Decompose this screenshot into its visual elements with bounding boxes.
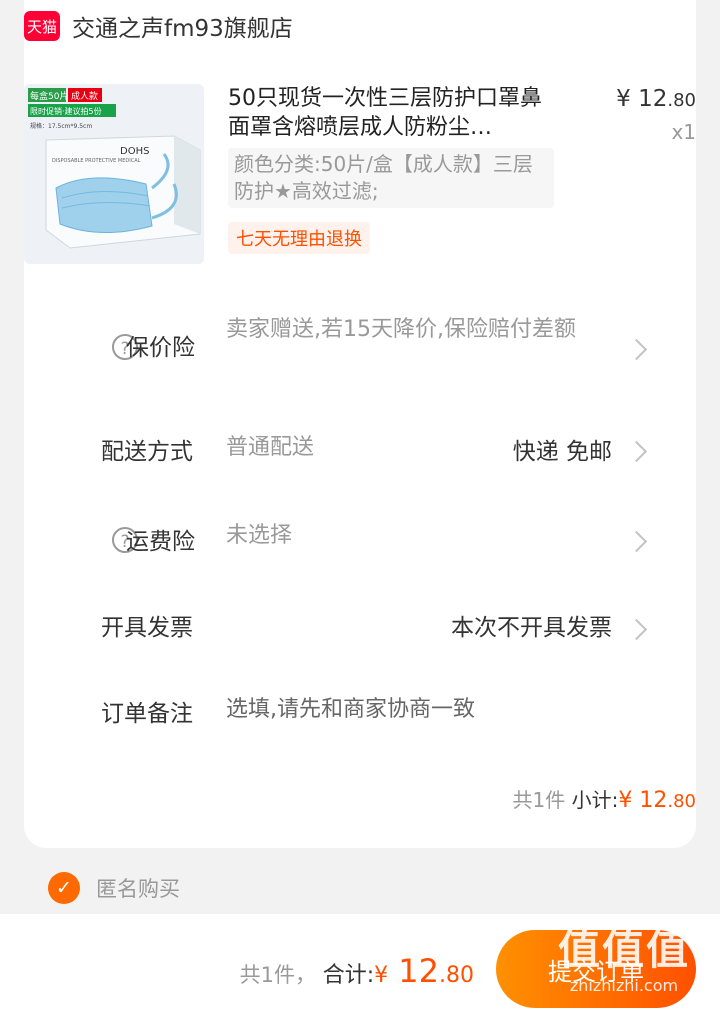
- chevron-right-icon: [625, 338, 648, 361]
- delivery-label: 配送方式: [101, 439, 193, 465]
- subtotal-amount: ¥ 12.80: [618, 788, 696, 813]
- price-protection-label: 保价险: [126, 335, 195, 361]
- delivery-method: 快递 免邮: [512, 439, 612, 465]
- store-header[interactable]: 天猫 交通之声fm93旗舰店: [24, 8, 293, 44]
- checkmark-icon[interactable]: ✓: [48, 872, 80, 904]
- product-quantity: x1: [671, 120, 696, 144]
- anonymous-label: 匿名购买: [96, 877, 180, 901]
- tmall-badge: 天猫: [24, 11, 60, 41]
- subtotal-dec: .80: [667, 791, 696, 812]
- chevron-right-icon: [625, 530, 648, 553]
- remark-input[interactable]: 选填,请先和商家协商一致: [226, 694, 475, 725]
- subtotal-label: 小计:: [571, 788, 619, 812]
- price-int: 12: [638, 86, 668, 112]
- remark-row: 订单备注 选填,请先和商家协商一致: [0, 692, 672, 736]
- product-price: ¥ 12.80: [616, 86, 696, 112]
- invoice-label: 开具发票: [101, 615, 193, 641]
- image-box-text: DISPOSABLE PROTECTIVE MEDICAL: [52, 158, 141, 164]
- mask-box-illustration: 每盒50片 成人款 限时促销·建议拍5份 规格：17.5cm*9.5cm DOH…: [24, 84, 204, 264]
- subtotal: 共1件 小计:¥ 12.80: [513, 784, 696, 813]
- image-badge2: 成人款: [71, 90, 98, 102]
- anonymous-purchase[interactable]: ✓ 匿名购买: [48, 872, 180, 904]
- total-label: 合计:: [322, 963, 375, 988]
- chevron-right-icon: [625, 618, 648, 641]
- total-count: 共1件，: [239, 963, 316, 987]
- shipping-insurance-label: 运费险: [126, 529, 195, 555]
- image-promo: 限时促销·建议拍5份: [30, 106, 102, 116]
- image-brand: DOHS: [120, 146, 149, 157]
- price-symbol: ¥: [616, 86, 631, 112]
- order-total: 共1件， 合计:¥ 12.80: [240, 952, 474, 990]
- price-dec: .80: [667, 90, 696, 111]
- delivery-row[interactable]: 配送方式 普通配送 快递 免邮: [0, 430, 672, 474]
- image-badge1: 每盒50片: [30, 90, 68, 102]
- product-sku[interactable]: 颜色分类:50片/盒【成人款】三层防护★高效过滤;: [228, 148, 554, 208]
- return-policy-tag: 七天无理由退换: [228, 222, 370, 254]
- delivery-value: 普通配送: [226, 435, 315, 460]
- price-protection-row[interactable]: ? 保价险 卖家赠送,若15天降价,保险赔付差额: [0, 310, 672, 390]
- watermark-text: 值值值: [557, 925, 690, 974]
- total-amount: ¥ 12.80: [374, 952, 474, 990]
- product-image[interactable]: 每盒50片 成人款 限时促销·建议拍5份 规格：17.5cm*9.5cm DOH…: [24, 84, 204, 264]
- remark-label: 订单备注: [101, 701, 193, 727]
- total-int: 12: [398, 952, 439, 990]
- total-symbol: ¥: [374, 963, 389, 988]
- store-name[interactable]: 交通之声fm93旗舰店: [72, 9, 293, 43]
- product-title[interactable]: 50只现货一次性三层防护口罩鼻面罩含熔喷层成人防粉尘…: [228, 84, 548, 142]
- subtotal-int: 12: [639, 788, 668, 813]
- image-spec: 规格：17.5cm*9.5cm: [30, 122, 92, 130]
- watermark-logo: 值值值 zhizhizhi.com: [544, 924, 704, 1008]
- total-dec: .80: [439, 963, 474, 988]
- chevron-right-icon: [625, 440, 648, 463]
- invoice-row[interactable]: 开具发票 本次不开具发票: [0, 606, 672, 650]
- invoice-value: 本次不开具发票: [451, 615, 612, 641]
- watermark-url: zhizhizhi.com: [569, 976, 679, 995]
- shipping-insurance-row[interactable]: ? 运费险 未选择: [0, 518, 672, 562]
- price-protection-value: 卖家赠送,若15天降价,保险赔付差额: [226, 317, 576, 342]
- subtotal-count: 共1件: [512, 788, 566, 812]
- subtotal-symbol: ¥: [618, 788, 633, 813]
- shipping-insurance-value: 未选择: [226, 523, 293, 548]
